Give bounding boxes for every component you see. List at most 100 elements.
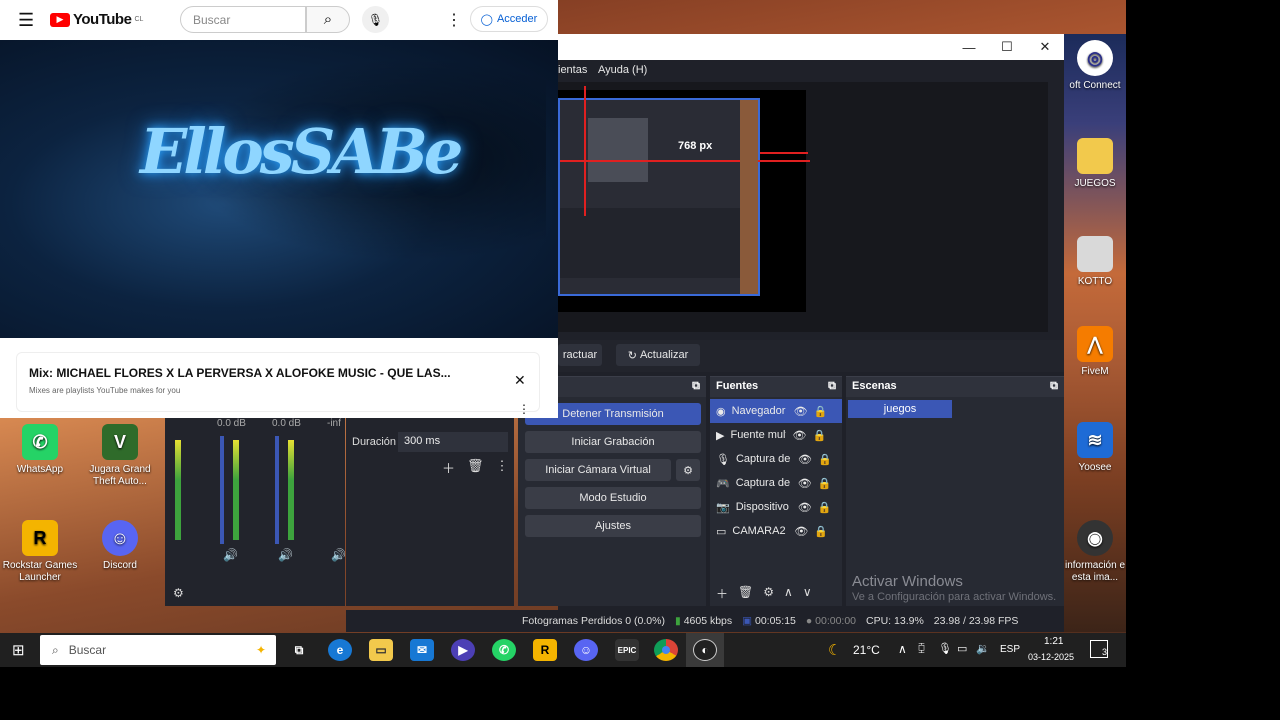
youtube-search-input[interactable]: Buscar: [180, 6, 306, 33]
search-button[interactable]: ⌕: [306, 6, 350, 33]
obs-icon[interactable]: ◐: [693, 639, 717, 661]
duration-input[interactable]: 300 ms: [398, 432, 508, 452]
start-recording-button[interactable]: Iniciar Grabación: [525, 431, 701, 453]
mail-icon[interactable]: ✉: [410, 639, 434, 661]
epic-games-icon[interactable]: EPIC: [615, 639, 639, 661]
signal-icon: ▮: [674, 615, 681, 627]
menu-help[interactable]: Ayuda (H): [598, 64, 647, 76]
settings-button[interactable]: Ajustes: [525, 515, 701, 537]
mixer-settings-icon[interactable]: ⚙: [173, 586, 184, 600]
add-transition-icon[interactable]: ＋: [442, 458, 455, 477]
folder-icon: [1077, 138, 1113, 174]
maximize-icon: ☐: [1001, 39, 1013, 54]
notification-icon[interactable]: 3: [1090, 640, 1108, 658]
yoosee-shortcut[interactable]: ≋ Yoosee: [1064, 422, 1126, 474]
speaker-icon[interactable]: 🔊: [223, 548, 238, 562]
edge-icon[interactable]: e: [328, 639, 352, 661]
deactivate-button[interactable]: ractuar: [558, 344, 602, 366]
source-item[interactable]: ▭ CAMARA2 👁 🔒: [710, 519, 842, 543]
signin-button[interactable]: ◯ Acceder: [470, 6, 548, 32]
studio-mode-button[interactable]: Modo Estudio: [525, 487, 701, 509]
minimize-button[interactable]: —: [950, 34, 988, 60]
mix-more-icon[interactable]: ⋮: [518, 402, 530, 416]
source-properties-icon[interactable]: ⚙: [763, 585, 774, 602]
more-options-icon[interactable]: ⋮: [496, 458, 509, 477]
refresh-button[interactable]: ↻ Actualizar: [616, 344, 700, 366]
refresh-icon: ↻: [627, 349, 637, 362]
ubisoft-connect-shortcut[interactable]: ◎ oft Connect: [1064, 40, 1126, 92]
source-item[interactable]: ◉ Navegador 👁 🔒: [710, 399, 842, 423]
start-virtualcam-button[interactable]: Iniciar Cámara Virtual: [525, 459, 671, 481]
volume-icon[interactable]: 🔉: [976, 642, 990, 655]
weather-icon[interactable]: ☾: [828, 641, 841, 659]
clock-date[interactable]: 03-12-2025: [1028, 652, 1074, 662]
shortcut-label: Jugara Grand Theft Auto...: [89, 464, 151, 487]
whatsapp-shortcut[interactable]: ✆ WhatsApp: [0, 424, 80, 476]
menu-tools[interactable]: ientas: [558, 64, 587, 76]
country-code: CL: [134, 16, 144, 23]
taskbar-search-input[interactable]: ⌕ Buscar ✦: [40, 635, 276, 665]
juegos-folder[interactable]: JUEGOS: [1064, 138, 1126, 190]
virtualcam-settings-button[interactable]: ⚙: [676, 459, 700, 481]
close-mix-icon[interactable]: ✕: [514, 372, 526, 389]
shortcut-label: WhatsApp: [16, 464, 64, 475]
tray-expand-icon[interactable]: ∧: [898, 642, 907, 656]
chrome-icon[interactable]: [654, 639, 678, 661]
maximize-button[interactable]: ☐: [988, 34, 1026, 60]
mix-title[interactable]: Mix: MICHAEL FLORES X LA PERVERSA X ALOF…: [29, 366, 451, 380]
bitrate: ▮ 4605 kbps: [674, 615, 733, 627]
sources-toolbar: ＋ 🗑 ⚙ ∧ ∨: [716, 585, 812, 602]
visibility-icon: 👁: [792, 429, 807, 442]
weather-temp[interactable]: 21°C: [853, 643, 880, 657]
fivem-icon: ⋀: [1077, 326, 1113, 362]
source-item[interactable]: ▶ Fuente mult 👁 🔒: [710, 423, 842, 447]
shortcut-label: KOTTO: [1077, 276, 1113, 287]
task-view-icon[interactable]: ⧉: [287, 639, 311, 661]
mixer-db-label: -inf: [327, 418, 341, 429]
info-shortcut[interactable]: ◉ información e esta ima...: [1064, 520, 1126, 584]
gear-icon: ⚙: [683, 464, 693, 477]
signin-label: Acceder: [496, 13, 538, 25]
tray-app-icon[interactable]: ⧮: [918, 642, 925, 655]
fivem-shortcut[interactable]: ⋀ FiveM: [1064, 326, 1126, 378]
speaker-icon[interactable]: 🔊: [331, 548, 346, 562]
language-indicator[interactable]: ESP: [1000, 644, 1020, 655]
youtube-header: ☰ ▶ YouTube CL Buscar ⌕ 🎙 ⋮ ◯ Acceder: [0, 0, 558, 40]
source-item[interactable]: 🎙 Captura de 👁 🔒: [710, 447, 842, 471]
rec-time: ● 00:00:00: [805, 615, 857, 627]
guide-line: [560, 160, 810, 162]
scene-item[interactable]: juegos: [848, 400, 952, 418]
remove-source-icon[interactable]: 🗑: [738, 585, 753, 602]
dock-popout-icon: ⧉: [1050, 380, 1058, 392]
whatsapp-taskbar-icon[interactable]: ✆: [492, 639, 516, 661]
volume-slider[interactable]: [275, 436, 279, 544]
obs-menubar: ientas Ayuda (H): [558, 60, 1064, 82]
discord-taskbar-icon[interactable]: ☺: [574, 639, 598, 661]
source-item[interactable]: 🎮 Captura de 👁 🔒: [710, 471, 842, 495]
media-player-icon[interactable]: ▶: [451, 639, 475, 661]
source-item[interactable]: 📷 Dispositivo (👁 🔒: [710, 495, 842, 519]
discord-shortcut[interactable]: ☺ Discord: [80, 520, 160, 572]
move-down-icon[interactable]: ∨: [803, 585, 812, 602]
speaker-icon[interactable]: 🔊: [278, 548, 293, 562]
windows-start-icon[interactable]: ⊞: [12, 641, 25, 659]
gta-shortcut[interactable]: V Jugara Grand Theft Auto...: [80, 424, 160, 488]
youtube-video-player[interactable]: EllosSABe: [0, 40, 558, 338]
menu-icon[interactable]: ☰: [18, 10, 34, 31]
kotto-shortcut[interactable]: KOTTO: [1064, 236, 1126, 288]
clock-time[interactable]: 1:21: [1044, 636, 1063, 647]
move-up-icon[interactable]: ∧: [784, 585, 793, 602]
youtube-logo[interactable]: ▶ YouTube CL: [50, 11, 143, 28]
remove-transition-icon[interactable]: 🗑: [467, 458, 484, 477]
close-button[interactable]: ✕: [1026, 34, 1064, 60]
microphone-icon[interactable]: 🎙: [938, 642, 952, 655]
file-explorer-icon[interactable]: ▭: [369, 639, 393, 661]
volume-slider[interactable]: [220, 436, 224, 544]
rockstar-shortcut[interactable]: R Rockstar Games Launcher: [0, 520, 80, 584]
rockstar-taskbar-icon[interactable]: R: [533, 639, 557, 661]
add-source-icon[interactable]: ＋: [716, 585, 728, 602]
youtube-logo-text: YouTube: [73, 11, 132, 28]
network-icon[interactable]: ▭: [957, 642, 967, 655]
settings-menu-icon[interactable]: ⋮: [446, 10, 462, 30]
voice-search-button[interactable]: 🎙: [362, 6, 389, 33]
